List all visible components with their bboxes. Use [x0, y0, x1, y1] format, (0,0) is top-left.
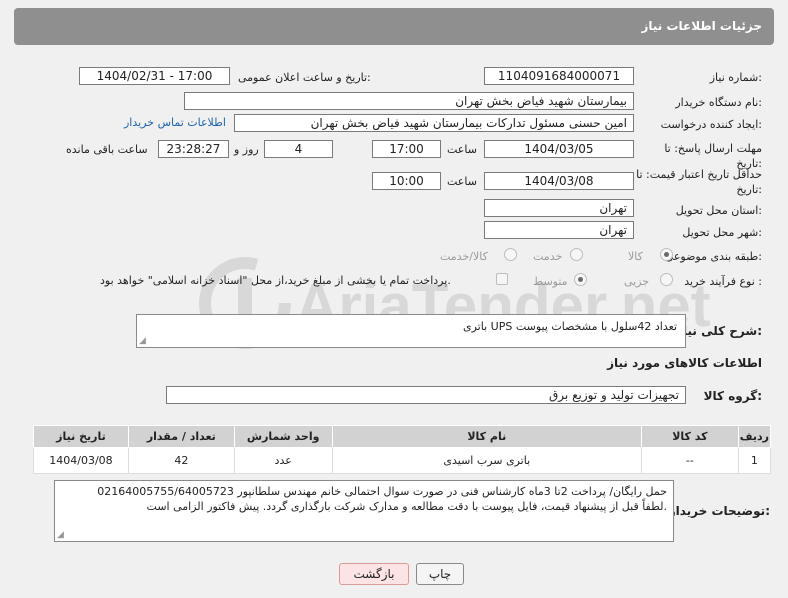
process-medium-label: متوسط [533, 275, 568, 288]
process-label: نوع فرآیند خرید : [684, 275, 762, 288]
col-unit: واحد شمارش [233, 425, 333, 448]
category-goods-radio[interactable] [660, 248, 673, 261]
process-medium-radio[interactable] [574, 273, 587, 286]
city-field: تهران [484, 221, 634, 239]
goods-group-label: گروه کالا: [703, 389, 762, 403]
print-button[interactable]: چاپ [416, 563, 464, 585]
notes-textarea[interactable]: حمل رایگان/ پرداخت 2تا 3ماه کارشناس فنی … [54, 480, 674, 542]
category-service-label: خدمت [533, 250, 563, 263]
category-both-label: کالا/خدمت [440, 250, 488, 263]
remaining-time-field: 23:28:27 [158, 140, 229, 158]
cell-row: 1 [737, 447, 772, 474]
cell-item-name: باتری سرب اسیدی [331, 447, 642, 474]
notes-label: توضیحات خریدار: [668, 504, 770, 518]
watermark-logo: AriaTender.net [199, 257, 711, 349]
contact-info-link[interactable]: اطلاعات تماس خریدار [124, 116, 226, 129]
col-need-date: تاریخ نیاز [33, 425, 129, 448]
goods-group-field: تجهیزات تولید و توزیع برق [166, 386, 686, 404]
cell-quantity: 42 [127, 447, 235, 474]
city-label: شهر محل تحویل: [682, 226, 762, 239]
price-date-field: 1404/03/08 [484, 172, 634, 190]
cell-need-date: 1404/03/08 [33, 447, 129, 474]
cell-item-code: -- [640, 447, 739, 474]
days-label: روز و [234, 143, 259, 156]
creator-label: ایجاد کننده درخواست: [660, 118, 762, 131]
description-label: شرح کلی نیاز: [676, 324, 762, 338]
category-label: طبقه بندی موضوعی: [664, 250, 762, 263]
notes-line-1: حمل رایگان/ پرداخت 2تا 3ماه کارشناس فنی … [97, 485, 667, 498]
description-textarea[interactable]: باتری UPS تعداد 42سلول با مشخصات پیوست ◢ [136, 314, 686, 348]
goods-table: تاریخ نیاز تعداد / مقدار واحد شمارش نام … [33, 425, 772, 474]
announce-field: 1404/02/31 - 17:00 [79, 67, 230, 85]
reply-time-label: ساعت [447, 143, 477, 156]
process-minor-label: جزیی [624, 275, 650, 288]
need-number-label: شماره نیاز: [709, 71, 762, 84]
goods-table-header: تاریخ نیاز تعداد / مقدار واحد شمارش نام … [33, 425, 772, 448]
notes-line-2: لطفاً قبل از پیشنهاد قیمت، فایل پیوست با… [146, 500, 667, 513]
category-goods-label: کالا [628, 250, 643, 263]
creator-field: امین حسنی مسئول تدارکات بیمارستان شهید ف… [234, 114, 634, 132]
days-field: 4 [264, 140, 333, 158]
price-time-field: 10:00 [372, 172, 441, 190]
reply-date-field: 1404/03/05 [484, 140, 634, 158]
category-service-radio[interactable] [570, 248, 583, 261]
col-item-name: نام کالا [331, 425, 642, 448]
back-button[interactable]: بازگشت [339, 563, 409, 585]
reply-time-field: 17:00 [372, 140, 441, 158]
buyer-org-label: نام دستگاه خریدار: [675, 96, 762, 109]
goods-section-title: اطلاعات کالاهای مورد نیاز [607, 356, 762, 370]
col-quantity: تعداد / مقدار [127, 425, 235, 448]
need-number-field: 1104091684000071 [484, 67, 634, 85]
resize-grip-icon: ◢ [57, 530, 64, 540]
price-validity-label: حداقل تاریخ اعتبار قیمت: تا تاریخ: [636, 168, 762, 196]
province-label: استان محل تحویل: [675, 204, 762, 217]
cell-unit: عدد [233, 447, 333, 474]
table-row: 1404/03/08 42 عدد باتری سرب اسیدی -- 1 [33, 447, 772, 474]
category-both-radio[interactable] [504, 248, 517, 261]
price-time-label: ساعت [447, 175, 477, 188]
buyer-org-field: بیمارستان شهید فیاض بخش تهران [184, 92, 634, 110]
announce-label: تاریخ و ساعت اعلان عمومی: [238, 71, 371, 84]
page-title: جزئیات اطلاعات نیاز [641, 19, 762, 33]
process-minor-radio[interactable] [660, 273, 673, 286]
resize-grip-icon: ◢ [139, 336, 146, 346]
col-row: ردیف [737, 425, 772, 448]
description-text: باتری UPS تعداد 42سلول با مشخصات پیوست [463, 320, 677, 333]
col-item-code: کد کالا [640, 425, 739, 448]
remaining-label: ساعت باقی مانده [66, 143, 148, 156]
page-header: جزئیات اطلاعات نیاز [14, 8, 774, 45]
province-field: تهران [484, 199, 634, 217]
payment-note: پرداخت تمام یا بخشی از مبلغ خرید،از محل … [100, 274, 451, 287]
treasury-checkbox[interactable] [496, 273, 508, 285]
